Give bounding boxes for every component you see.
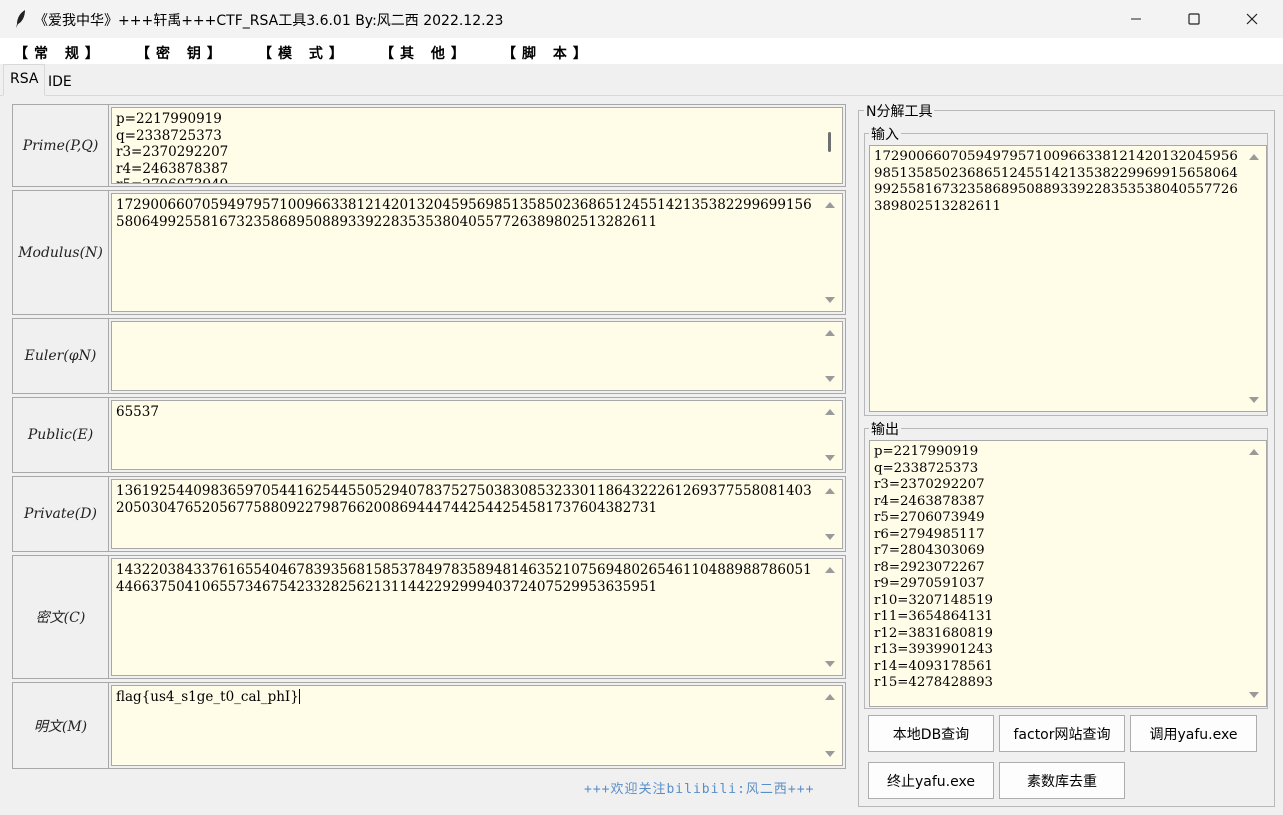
tab-bar: RSA IDE (0, 64, 1283, 96)
euler-textarea[interactable] (111, 321, 843, 391)
factor-output-textarea[interactable]: p=2217990919 q=2338725373 r3=2370292207 … (869, 440, 1267, 707)
menu-mode[interactable]: 【模 式】 (258, 43, 349, 63)
menu-script[interactable]: 【脚 本】 (502, 43, 593, 63)
private-text: 1361925440983659705441625445505294078375… (116, 483, 812, 516)
dedupe-prime-db-button[interactable]: 素数库去重 (999, 762, 1125, 799)
factor-output-scrollbar[interactable] (1242, 441, 1266, 706)
scroll-up-icon[interactable] (825, 409, 835, 415)
private-textarea[interactable]: 1361925440983659705441625445505294078375… (111, 479, 843, 549)
cipher-row: 密文(C) 1432203843376165540467839356815853… (12, 555, 846, 679)
scroll-down-icon[interactable] (825, 661, 835, 667)
prime-text: p=2217990919 q=2338725373 r3=2370292207 … (116, 111, 229, 183)
private-row: Private(D) 13619254409836597054416254455… (12, 476, 846, 552)
prime-scrollbar[interactable] (818, 108, 842, 183)
prime-row: Prime(P,Q) p=2217990919 q=2338725373 r3=… (12, 104, 846, 187)
scroll-up-icon[interactable] (1249, 449, 1259, 455)
modulus-textarea[interactable]: 1729006607059497957100966338121420132045… (111, 193, 843, 312)
euler-text (116, 325, 814, 390)
scroll-up-icon[interactable] (825, 330, 835, 336)
cipher-text: 1432203843376165540467839356815853784978… (116, 562, 812, 595)
modulus-scrollbar[interactable] (818, 194, 842, 311)
title-bar: 《爱我中华》+++轩禹+++CTF_RSA工具3.6.01 By:风二西 202… (0, 0, 1283, 38)
plain-text: flag{us4_s1ge_t0_cal_phI} (116, 689, 299, 705)
maximize-button[interactable] (1165, 0, 1223, 38)
public-text: 65537 (116, 404, 159, 420)
tab-rsa[interactable]: RSA (3, 64, 46, 96)
scroll-down-icon[interactable] (825, 376, 835, 382)
factor-input-textarea[interactable]: 1729006607059497957100966338121420132045… (869, 145, 1267, 412)
public-label: Public(E) (13, 398, 109, 472)
factor-output-text: p=2217990919 q=2338725373 r3=2370292207 … (874, 444, 994, 690)
footer-note: +++欢迎关注bilibili:风二西+++ (584, 782, 815, 797)
scroll-up-icon[interactable] (825, 567, 835, 573)
plain-scrollbar[interactable] (818, 686, 842, 765)
scroll-up-icon[interactable] (825, 202, 835, 208)
tab-ide[interactable]: IDE (42, 67, 78, 96)
private-scrollbar[interactable] (818, 480, 842, 548)
window-title: 《爱我中华》+++轩禹+++CTF_RSA工具3.6.01 By:风二西 202… (34, 13, 504, 29)
plain-label: 明文(M) (13, 683, 109, 768)
factor-input-scrollbar[interactable] (1242, 146, 1266, 411)
public-textarea[interactable]: 65537 (111, 400, 843, 470)
modulus-row: Modulus(N) 17290066070594979571009663381… (12, 190, 846, 315)
call-yafu-button[interactable]: 调用yafu.exe (1130, 715, 1257, 752)
euler-row: Euler(φN) (12, 318, 846, 394)
scroll-down-icon[interactable] (1249, 692, 1259, 698)
cipher-textarea[interactable]: 1432203843376165540467839356815853784978… (111, 558, 843, 676)
scroll-down-icon[interactable] (825, 455, 835, 461)
minimize-icon (1131, 18, 1141, 20)
cipher-scrollbar[interactable] (818, 559, 842, 675)
feather-icon (16, 10, 25, 28)
scroll-up-icon[interactable] (825, 488, 835, 494)
menu-general[interactable]: 【常 规】 (14, 43, 105, 63)
factor-panel-title: N分解工具 (864, 101, 935, 121)
scroll-thumb[interactable] (828, 132, 831, 152)
scroll-down-icon[interactable] (825, 751, 835, 757)
local-db-query-button[interactable]: 本地DB查询 (868, 715, 994, 752)
text-cursor (298, 689, 301, 704)
maximize-icon (1188, 13, 1200, 25)
plain-row: 明文(M) flag{us4_s1ge_t0_cal_phI} (12, 682, 846, 769)
stop-yafu-button[interactable]: 终止yafu.exe (868, 762, 994, 799)
private-label: Private(D) (13, 477, 109, 551)
plain-textarea[interactable]: flag{us4_s1ge_t0_cal_phI} (111, 685, 843, 766)
scroll-down-icon[interactable] (825, 534, 835, 540)
public-scrollbar[interactable] (818, 401, 842, 469)
prime-label: Prime(P,Q) (13, 105, 109, 186)
menu-bar: 【常 规】 【密 钥】 【模 式】 【其 他】 【脚 本】 (0, 38, 1283, 64)
prime-textarea[interactable]: p=2217990919 q=2338725373 r3=2370292207 … (111, 107, 843, 184)
scroll-up-icon[interactable] (1249, 154, 1259, 160)
modulus-label: Modulus(N) (13, 191, 109, 314)
scroll-up-icon[interactable] (825, 694, 835, 700)
menu-key[interactable]: 【密 钥】 (136, 43, 227, 63)
scroll-down-icon[interactable] (1249, 397, 1259, 403)
scroll-down-icon[interactable] (825, 297, 835, 303)
output-label: 输出 (869, 419, 901, 439)
euler-label: Euler(φN) (13, 319, 109, 393)
factor-input-text: 1729006607059497957100966338121420132045… (874, 149, 1238, 214)
plain-text-wrap: flag{us4_s1ge_t0_cal_phI} (116, 689, 814, 765)
euler-scrollbar[interactable] (818, 322, 842, 390)
cipher-label: 密文(C) (13, 556, 109, 678)
modulus-text: 1729006607059497957100966338121420132045… (116, 197, 812, 230)
close-icon (1246, 13, 1258, 25)
minimize-button[interactable] (1107, 0, 1165, 38)
public-row: Public(E) 65537 (12, 397, 846, 473)
factor-site-query-button[interactable]: factor网站查询 (999, 715, 1125, 752)
close-button[interactable] (1223, 0, 1281, 38)
input-label: 输入 (869, 124, 901, 144)
menu-other[interactable]: 【其 他】 (380, 43, 471, 63)
